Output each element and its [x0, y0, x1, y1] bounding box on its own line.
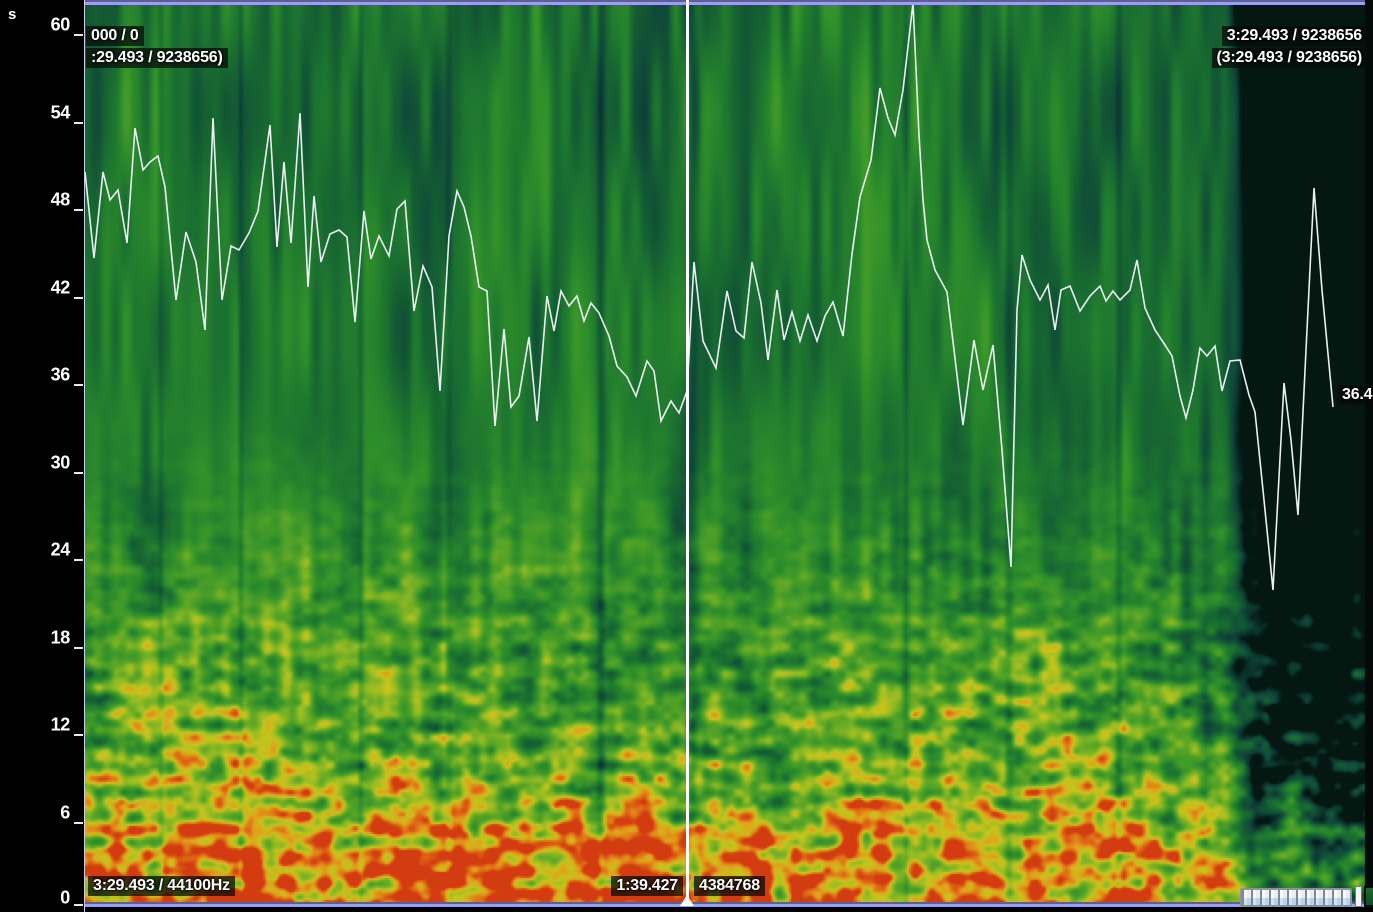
- axis-tick-mark: [74, 122, 83, 124]
- spectrogram-pane[interactable]: 000 / 0 :29.493 / 9238656) 3:29.493 / 92…: [85, 0, 1373, 907]
- axis-tick-mark: [74, 34, 83, 36]
- file-duration-samplerate-label: 3:29.493 / 44100Hz: [88, 876, 235, 896]
- axis-tick-label: 48: [51, 190, 70, 211]
- loudness-curve-svg: [85, 0, 1373, 907]
- pane-bottom-border: [85, 902, 1365, 907]
- pane-resize-handle[interactable]: [1364, 886, 1373, 907]
- playback-cursor-handle[interactable]: [680, 895, 694, 906]
- total-duration-label: 3:29.493 / 9238656: [1222, 26, 1367, 46]
- cursor-sample-label: 4384768: [694, 876, 765, 896]
- playback-cursor[interactable]: [686, 0, 689, 905]
- axis-tick-label: 18: [51, 628, 70, 649]
- frequency-axis: s 60544842363024181260: [0, 0, 85, 912]
- axis-tick-mark: [74, 384, 83, 386]
- app-window: s 60544842363024181260 000 / 0 :29.493 /…: [0, 0, 1373, 912]
- selection-info-right: 3:29.493 / 9238656 (3:29.493 / 9238656): [1212, 26, 1367, 68]
- axis-tick-label: 24: [51, 540, 70, 561]
- axis-tick-mark: [74, 734, 83, 736]
- axis-tick-label: 54: [51, 103, 70, 124]
- axis-tick-label: 60: [51, 15, 70, 36]
- axis-tick-label: 12: [51, 715, 70, 736]
- axis-tick-mark: [74, 822, 83, 824]
- axis-tick-mark: [74, 647, 83, 649]
- axis-unit-label: s: [8, 6, 16, 23]
- curve-value-label: 36.4: [1337, 385, 1373, 405]
- axis-tick-mark: [74, 209, 83, 211]
- selection-info-left: 000 / 0 :29.493 / 9238656): [86, 26, 228, 68]
- axis-tick-label: 0: [60, 888, 70, 909]
- selection-start-label: 000 / 0: [86, 26, 144, 46]
- horizontal-zoom-thumbwheel[interactable]: [1240, 888, 1352, 907]
- axis-tick-mark: [74, 472, 83, 474]
- thumbwheel-ribs-icon: [1242, 890, 1350, 898]
- axis-tick-label: 30: [51, 453, 70, 474]
- selection-duration-label: :29.493 / 9238656): [86, 48, 228, 68]
- axis-tick-label: 36: [51, 365, 70, 386]
- axis-tick-label: 6: [60, 803, 70, 824]
- axis-tick-mark: [74, 559, 83, 561]
- vertical-zoom-thumbwheel[interactable]: [1355, 886, 1362, 907]
- axis-tick-label: 42: [51, 278, 70, 299]
- axis-tick-mark: [74, 297, 83, 299]
- pane-top-border: [85, 0, 1365, 5]
- axis-tick-mark: [74, 904, 83, 906]
- cursor-time-label: 1:39.427: [611, 876, 683, 896]
- total-samples-label: (3:29.493 / 9238656): [1212, 48, 1367, 68]
- loudness-curve: [85, 3, 1333, 590]
- thumbwheel-ribs-shade-icon: [1242, 898, 1350, 905]
